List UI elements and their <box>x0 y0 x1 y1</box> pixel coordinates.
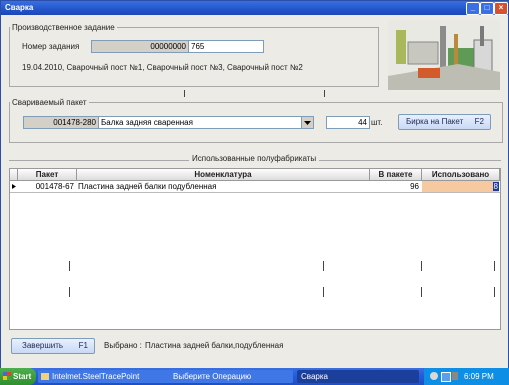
finish-label: Завершить <box>22 341 64 350</box>
welding-posts-text: 19.04.2010, Сварочный пост №1, Сварочный… <box>22 63 303 72</box>
quantity-field[interactable]: 44 <box>326 116 370 129</box>
separator-tick <box>324 90 325 97</box>
production-task-legend: Производственное задание <box>12 23 115 32</box>
folder-icon <box>41 373 49 380</box>
packet-tag-key: F2 <box>474 117 484 126</box>
column-tick <box>421 287 422 297</box>
column-tick <box>494 287 495 297</box>
column-tick <box>323 261 324 271</box>
column-used[interactable]: Использовано <box>422 169 500 181</box>
system-tray: 6:09 PM <box>424 368 509 385</box>
close-button[interactable]: × <box>494 2 508 15</box>
maximize-button[interactable]: □ <box>480 2 494 15</box>
welding-window: Сварка _ □ × Производственное задание Но… <box>0 0 509 369</box>
volume-icon[interactable] <box>452 372 458 380</box>
column-tick <box>421 261 422 271</box>
column-tick <box>494 261 495 271</box>
clock: 6:09 PM <box>464 372 494 381</box>
taskbar: Start Intelmet.SteelTracePoint Выберите … <box>0 368 509 385</box>
start-label: Start <box>13 372 32 381</box>
production-task-group: Производственное задание <box>9 23 379 87</box>
taskbar-item-welding[interactable]: Сварка <box>297 370 419 383</box>
cell-used-value: 8 <box>492 182 499 191</box>
used-items-table[interactable]: Пакет Номенклатура В пакете Использовано… <box>9 168 501 330</box>
dropdown-arrow-icon[interactable] <box>301 116 314 129</box>
windows-logo-icon <box>3 372 11 380</box>
taskbar-item-operation[interactable]: Выберите Операцию <box>170 370 293 383</box>
taskbar-item-steeltracepoint[interactable]: Intelmet.SteelTracePoint <box>38 370 180 383</box>
task-number-label: Номер задания <box>22 42 80 51</box>
separator-tick <box>184 90 185 97</box>
product-select[interactable]: Балка задняя сваренная <box>98 116 307 129</box>
row-divider <box>10 192 500 193</box>
cell-nomenclature[interactable]: Пластина задней балки подубленная <box>78 181 368 192</box>
column-nomenclature[interactable]: Номенклатура <box>77 169 370 181</box>
start-button[interactable]: Start <box>0 368 36 385</box>
tray-icon[interactable] <box>430 372 438 380</box>
cell-used[interactable]: 8 <box>422 181 499 192</box>
taskbar-item-label: Intelmet.SteelTracePoint <box>52 372 140 381</box>
column-tick <box>69 261 70 271</box>
finish-key: F1 <box>78 341 88 350</box>
factory-image <box>388 20 500 90</box>
cell-in-packet[interactable]: 96 <box>370 181 419 192</box>
column-packet[interactable]: Пакет <box>18 169 77 181</box>
row-indicator-header <box>10 169 18 181</box>
cell-packet[interactable]: 001478-67 <box>18 181 74 192</box>
taskbar-item-label: Сварка <box>301 372 328 381</box>
row-selector-icon[interactable] <box>11 181 17 192</box>
selected-value: Пластина задней балки,подубленная <box>145 341 284 350</box>
title-bar[interactable]: Сварка _ □ × <box>1 1 508 15</box>
minimize-button[interactable]: _ <box>466 2 480 15</box>
task-number-field[interactable]: 765 <box>188 40 264 53</box>
packet-tag-button[interactable]: Бирка на Пакет F2 <box>398 114 491 130</box>
selected-label: Выбрано : <box>104 341 142 350</box>
task-code-field[interactable]: 00000000 <box>91 40 189 53</box>
column-tick <box>69 287 70 297</box>
window-title: Сварка <box>5 3 34 12</box>
unit-label: шт. <box>371 118 383 127</box>
finish-button[interactable]: Завершить F1 <box>11 338 95 354</box>
tray-icon[interactable] <box>441 372 451 382</box>
used-title: Использованные полуфабрикаты <box>189 154 320 163</box>
column-tick <box>323 287 324 297</box>
column-in-packet[interactable]: В пакете <box>370 169 422 181</box>
welded-packet-legend: Свариваемый пакет <box>12 98 87 107</box>
packet-tag-label: Бирка на Пакет <box>406 117 464 126</box>
packet-code-field[interactable]: 001478-280 <box>23 116 99 129</box>
taskbar-item-label: Выберите Операцию <box>173 372 252 381</box>
